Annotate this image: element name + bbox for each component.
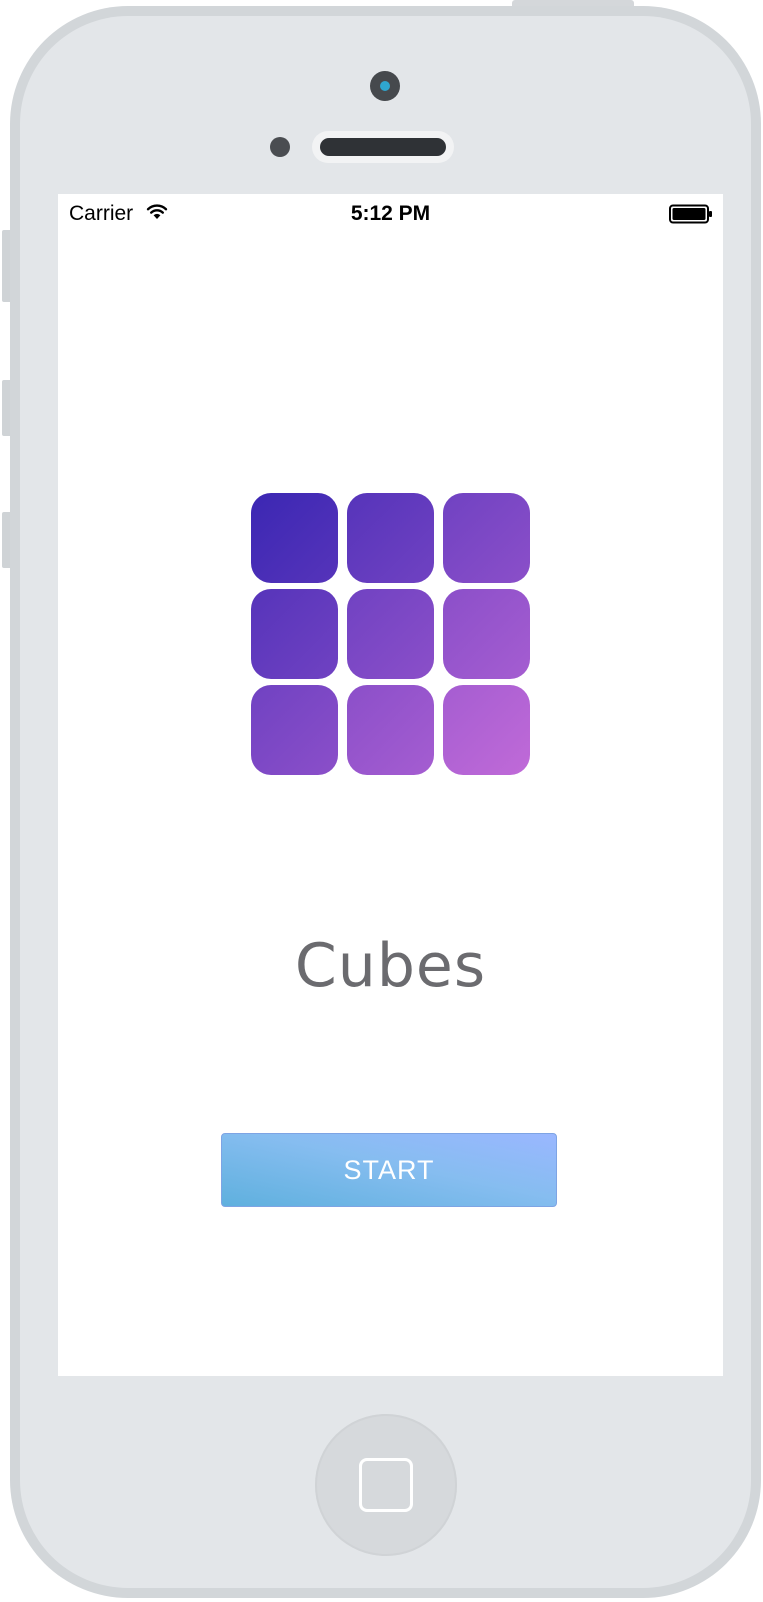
app-title: Cubes [294,931,487,1001]
logo-cube [443,685,530,775]
device-mockup: Carrier 5:12 PM Cubes START [0,0,763,1602]
home-button-square-icon [359,1458,413,1512]
status-bar: Carrier 5:12 PM [58,194,723,234]
logo-cube [251,493,338,583]
logo-cube [443,493,530,583]
logo-cube [347,589,434,679]
logo-cube [251,685,338,775]
proximity-sensor-icon [270,137,290,157]
cubes-grid-logo [251,493,531,777]
start-button[interactable]: START [221,1133,557,1207]
logo-cube [347,685,434,775]
battery-full-icon [669,204,712,224]
home-button[interactable] [315,1414,457,1556]
front-camera-icon [370,71,400,101]
app-screen: Carrier 5:12 PM Cubes START [58,194,723,1376]
logo-cube [347,493,434,583]
status-time: 5:12 PM [350,202,431,225]
logo-cube [251,589,338,679]
logo-cube [443,589,530,679]
earpiece-speaker-icon [312,131,454,163]
